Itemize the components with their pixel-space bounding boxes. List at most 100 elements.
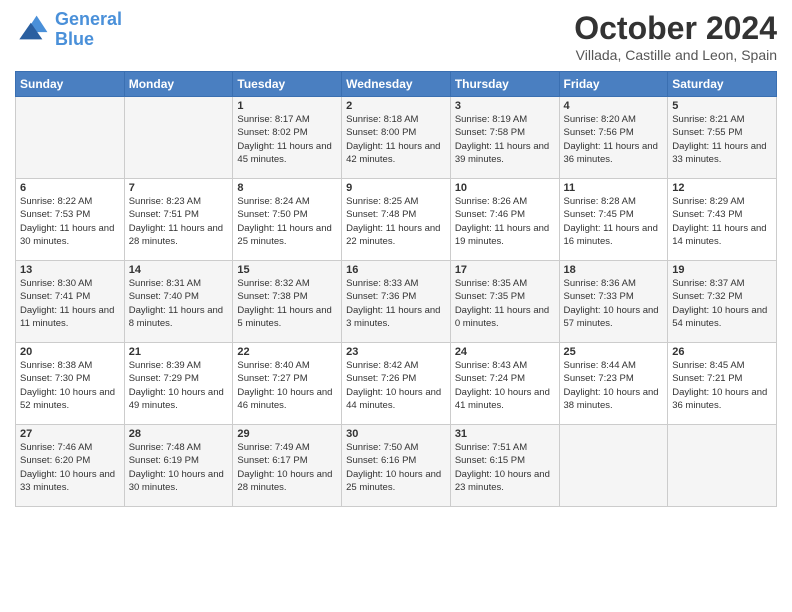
- location: Villada, Castille and Leon, Spain: [574, 47, 777, 63]
- day-cell: 30Sunrise: 7:50 AM Sunset: 6:16 PM Dayli…: [342, 425, 451, 507]
- day-info: Sunrise: 8:45 AM Sunset: 7:21 PM Dayligh…: [672, 359, 772, 412]
- day-info: Sunrise: 8:30 AM Sunset: 7:41 PM Dayligh…: [20, 277, 120, 330]
- day-info: Sunrise: 7:51 AM Sunset: 6:15 PM Dayligh…: [455, 441, 555, 494]
- day-cell: 16Sunrise: 8:33 AM Sunset: 7:36 PM Dayli…: [342, 261, 451, 343]
- day-info: Sunrise: 8:19 AM Sunset: 7:58 PM Dayligh…: [455, 113, 555, 166]
- day-cell: 7Sunrise: 8:23 AM Sunset: 7:51 PM Daylig…: [124, 179, 233, 261]
- day-cell: 9Sunrise: 8:25 AM Sunset: 7:48 PM Daylig…: [342, 179, 451, 261]
- day-cell: 2Sunrise: 8:18 AM Sunset: 8:00 PM Daylig…: [342, 97, 451, 179]
- day-info: Sunrise: 8:31 AM Sunset: 7:40 PM Dayligh…: [129, 277, 229, 330]
- day-number: 30: [346, 428, 446, 440]
- day-cell: 23Sunrise: 8:42 AM Sunset: 7:26 PM Dayli…: [342, 343, 451, 425]
- day-cell: 3Sunrise: 8:19 AM Sunset: 7:58 PM Daylig…: [450, 97, 559, 179]
- day-number: 15: [237, 264, 337, 276]
- day-info: Sunrise: 8:21 AM Sunset: 7:55 PM Dayligh…: [672, 113, 772, 166]
- day-cell: 5Sunrise: 8:21 AM Sunset: 7:55 PM Daylig…: [668, 97, 777, 179]
- day-number: 18: [564, 264, 664, 276]
- day-cell: 19Sunrise: 8:37 AM Sunset: 7:32 PM Dayli…: [668, 261, 777, 343]
- day-info: Sunrise: 8:26 AM Sunset: 7:46 PM Dayligh…: [455, 195, 555, 248]
- day-number: 27: [20, 428, 120, 440]
- col-sunday: Sunday: [16, 72, 125, 97]
- logo-general: General: [55, 9, 122, 29]
- day-info: Sunrise: 8:23 AM Sunset: 7:51 PM Dayligh…: [129, 195, 229, 248]
- col-monday: Monday: [124, 72, 233, 97]
- day-info: Sunrise: 8:29 AM Sunset: 7:43 PM Dayligh…: [672, 195, 772, 248]
- day-cell: 27Sunrise: 7:46 AM Sunset: 6:20 PM Dayli…: [16, 425, 125, 507]
- header: General Blue October 2024 Villada, Casti…: [15, 10, 777, 63]
- day-number: 6: [20, 182, 120, 194]
- day-number: 7: [129, 182, 229, 194]
- col-thursday: Thursday: [450, 72, 559, 97]
- day-cell: 1Sunrise: 8:17 AM Sunset: 8:02 PM Daylig…: [233, 97, 342, 179]
- day-number: 16: [346, 264, 446, 276]
- day-info: Sunrise: 7:49 AM Sunset: 6:17 PM Dayligh…: [237, 441, 337, 494]
- day-cell: 12Sunrise: 8:29 AM Sunset: 7:43 PM Dayli…: [668, 179, 777, 261]
- day-info: Sunrise: 8:42 AM Sunset: 7:26 PM Dayligh…: [346, 359, 446, 412]
- logo: General Blue: [15, 10, 122, 50]
- day-cell: 15Sunrise: 8:32 AM Sunset: 7:38 PM Dayli…: [233, 261, 342, 343]
- day-cell: [16, 97, 125, 179]
- day-cell: 28Sunrise: 7:48 AM Sunset: 6:19 PM Dayli…: [124, 425, 233, 507]
- day-number: 2: [346, 100, 446, 112]
- day-number: 28: [129, 428, 229, 440]
- day-info: Sunrise: 8:36 AM Sunset: 7:33 PM Dayligh…: [564, 277, 664, 330]
- day-number: 5: [672, 100, 772, 112]
- day-number: 13: [20, 264, 120, 276]
- week-row-1: 6Sunrise: 8:22 AM Sunset: 7:53 PM Daylig…: [16, 179, 777, 261]
- day-cell: 17Sunrise: 8:35 AM Sunset: 7:35 PM Dayli…: [450, 261, 559, 343]
- day-info: Sunrise: 8:24 AM Sunset: 7:50 PM Dayligh…: [237, 195, 337, 248]
- day-cell: 11Sunrise: 8:28 AM Sunset: 7:45 PM Dayli…: [559, 179, 668, 261]
- day-number: 10: [455, 182, 555, 194]
- day-number: 26: [672, 346, 772, 358]
- day-cell: 8Sunrise: 8:24 AM Sunset: 7:50 PM Daylig…: [233, 179, 342, 261]
- day-info: Sunrise: 8:20 AM Sunset: 7:56 PM Dayligh…: [564, 113, 664, 166]
- day-number: 12: [672, 182, 772, 194]
- day-info: Sunrise: 8:17 AM Sunset: 8:02 PM Dayligh…: [237, 113, 337, 166]
- day-number: 23: [346, 346, 446, 358]
- day-cell: 4Sunrise: 8:20 AM Sunset: 7:56 PM Daylig…: [559, 97, 668, 179]
- day-cell: 6Sunrise: 8:22 AM Sunset: 7:53 PM Daylig…: [16, 179, 125, 261]
- logo-icon: [15, 12, 51, 48]
- header-row: Sunday Monday Tuesday Wednesday Thursday…: [16, 72, 777, 97]
- day-info: Sunrise: 8:40 AM Sunset: 7:27 PM Dayligh…: [237, 359, 337, 412]
- day-info: Sunrise: 8:32 AM Sunset: 7:38 PM Dayligh…: [237, 277, 337, 330]
- day-info: Sunrise: 8:35 AM Sunset: 7:35 PM Dayligh…: [455, 277, 555, 330]
- day-info: Sunrise: 8:44 AM Sunset: 7:23 PM Dayligh…: [564, 359, 664, 412]
- day-cell: [124, 97, 233, 179]
- day-cell: 26Sunrise: 8:45 AM Sunset: 7:21 PM Dayli…: [668, 343, 777, 425]
- day-number: 14: [129, 264, 229, 276]
- day-number: 17: [455, 264, 555, 276]
- day-info: Sunrise: 8:18 AM Sunset: 8:00 PM Dayligh…: [346, 113, 446, 166]
- day-info: Sunrise: 8:37 AM Sunset: 7:32 PM Dayligh…: [672, 277, 772, 330]
- day-info: Sunrise: 7:50 AM Sunset: 6:16 PM Dayligh…: [346, 441, 446, 494]
- day-number: 24: [455, 346, 555, 358]
- day-number: 21: [129, 346, 229, 358]
- week-row-0: 1Sunrise: 8:17 AM Sunset: 8:02 PM Daylig…: [16, 97, 777, 179]
- day-number: 11: [564, 182, 664, 194]
- day-cell: 13Sunrise: 8:30 AM Sunset: 7:41 PM Dayli…: [16, 261, 125, 343]
- week-row-3: 20Sunrise: 8:38 AM Sunset: 7:30 PM Dayli…: [16, 343, 777, 425]
- day-info: Sunrise: 8:22 AM Sunset: 7:53 PM Dayligh…: [20, 195, 120, 248]
- day-info: Sunrise: 8:25 AM Sunset: 7:48 PM Dayligh…: [346, 195, 446, 248]
- day-cell: 18Sunrise: 8:36 AM Sunset: 7:33 PM Dayli…: [559, 261, 668, 343]
- day-info: Sunrise: 8:28 AM Sunset: 7:45 PM Dayligh…: [564, 195, 664, 248]
- day-info: Sunrise: 8:38 AM Sunset: 7:30 PM Dayligh…: [20, 359, 120, 412]
- day-number: 8: [237, 182, 337, 194]
- day-number: 4: [564, 100, 664, 112]
- logo-blue: Blue: [55, 29, 94, 49]
- day-number: 19: [672, 264, 772, 276]
- col-tuesday: Tuesday: [233, 72, 342, 97]
- title-block: October 2024 Villada, Castille and Leon,…: [574, 10, 777, 63]
- day-info: Sunrise: 8:33 AM Sunset: 7:36 PM Dayligh…: [346, 277, 446, 330]
- day-info: Sunrise: 8:43 AM Sunset: 7:24 PM Dayligh…: [455, 359, 555, 412]
- calendar-table: Sunday Monday Tuesday Wednesday Thursday…: [15, 71, 777, 507]
- week-row-2: 13Sunrise: 8:30 AM Sunset: 7:41 PM Dayli…: [16, 261, 777, 343]
- day-cell: 10Sunrise: 8:26 AM Sunset: 7:46 PM Dayli…: [450, 179, 559, 261]
- day-cell: 21Sunrise: 8:39 AM Sunset: 7:29 PM Dayli…: [124, 343, 233, 425]
- day-number: 25: [564, 346, 664, 358]
- day-cell: 22Sunrise: 8:40 AM Sunset: 7:27 PM Dayli…: [233, 343, 342, 425]
- day-cell: [668, 425, 777, 507]
- day-number: 9: [346, 182, 446, 194]
- day-number: 22: [237, 346, 337, 358]
- col-friday: Friday: [559, 72, 668, 97]
